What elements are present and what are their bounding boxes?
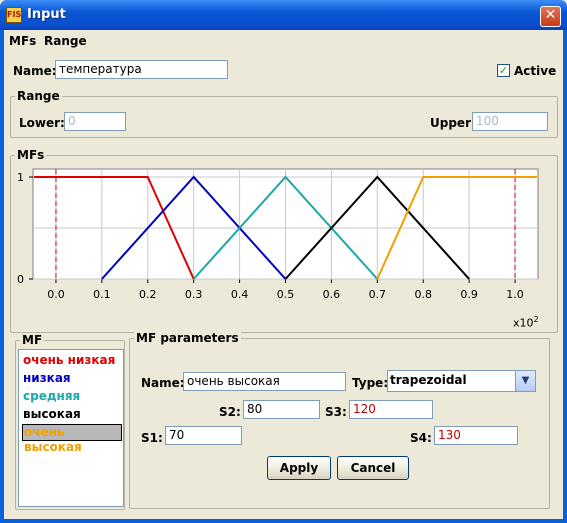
y-tick-label: 0 bbox=[17, 273, 24, 286]
x-tick-label: 0.1 bbox=[93, 288, 111, 301]
mf-name-field[interactable]: очень высокая bbox=[183, 372, 346, 391]
x-tick-label: 0.6 bbox=[323, 288, 341, 301]
cancel-button[interactable]: Cancel bbox=[337, 456, 409, 480]
mf-parameters-group: MF parameters bbox=[129, 331, 550, 509]
mf-list-item[interactable]: низкая bbox=[22, 370, 122, 387]
x-tick-label: 0.8 bbox=[414, 288, 432, 301]
x-tick-label: 0.2 bbox=[139, 288, 157, 301]
x-tick-label: 0.0 bbox=[47, 288, 65, 301]
s2-field[interactable]: 80 bbox=[243, 400, 320, 419]
title-bar[interactable]: FIS Input ✕ bbox=[0, 0, 567, 30]
x-tick-label: 1.0 bbox=[506, 288, 524, 301]
x-multiplier: x102 bbox=[513, 315, 539, 330]
mf-list-title: MF bbox=[20, 333, 45, 347]
x-tick-label: 0.3 bbox=[185, 288, 203, 301]
x-tick-label: 0.5 bbox=[277, 288, 295, 301]
s4-label: S4: bbox=[410, 431, 432, 445]
x-tick-label: 0.9 bbox=[460, 288, 478, 301]
s3-field[interactable]: 120 bbox=[349, 400, 433, 419]
s3-label: S3: bbox=[325, 405, 347, 419]
s1-field[interactable]: 70 bbox=[165, 426, 242, 445]
client-area: MFs Range Name: температура ✓ Active Ran… bbox=[4, 30, 563, 519]
chevron-down-icon[interactable]: ▼ bbox=[515, 371, 535, 391]
mf-list-item[interactable]: очень низкая bbox=[22, 352, 122, 369]
mf-listbox[interactable]: очень низкая низкая средняя высокая очен… bbox=[18, 349, 124, 507]
mf-parameters-title: MF parameters bbox=[134, 331, 241, 345]
x-tick-label: 0.7 bbox=[369, 288, 387, 301]
mf-list-item-selected[interactable]: очень высокая bbox=[22, 424, 122, 454]
mf-type-select[interactable]: trapezoidal ▼ bbox=[387, 370, 536, 392]
fis-app-icon: FIS bbox=[6, 7, 22, 23]
y-tick-label: 1 bbox=[17, 171, 24, 184]
close-button[interactable]: ✕ bbox=[540, 6, 561, 27]
s2-label: S2: bbox=[219, 405, 241, 419]
mf-chart[interactable]: 0.0 0.1 0.2 0.3 0.4 0.5 0.6 0.7 0.8 0.9 1.0 0 1 bbox=[4, 30, 563, 340]
apply-button[interactable]: Apply bbox=[267, 456, 331, 480]
s4-field[interactable]: 130 bbox=[434, 426, 518, 445]
mf-list-item[interactable]: высокая bbox=[22, 406, 122, 423]
window: FIS Input ✕ MFs Range Name: температура … bbox=[0, 0, 567, 523]
mf-type-value: trapezoidal bbox=[390, 373, 467, 387]
mf-name-label: Name: bbox=[141, 376, 185, 390]
window-title: Input bbox=[27, 7, 66, 22]
x-tick-label: 0.4 bbox=[231, 288, 249, 301]
mf-list-item[interactable]: средняя bbox=[22, 388, 122, 405]
s1-label: S1: bbox=[141, 431, 163, 445]
mf-type-label: Type: bbox=[352, 376, 389, 390]
